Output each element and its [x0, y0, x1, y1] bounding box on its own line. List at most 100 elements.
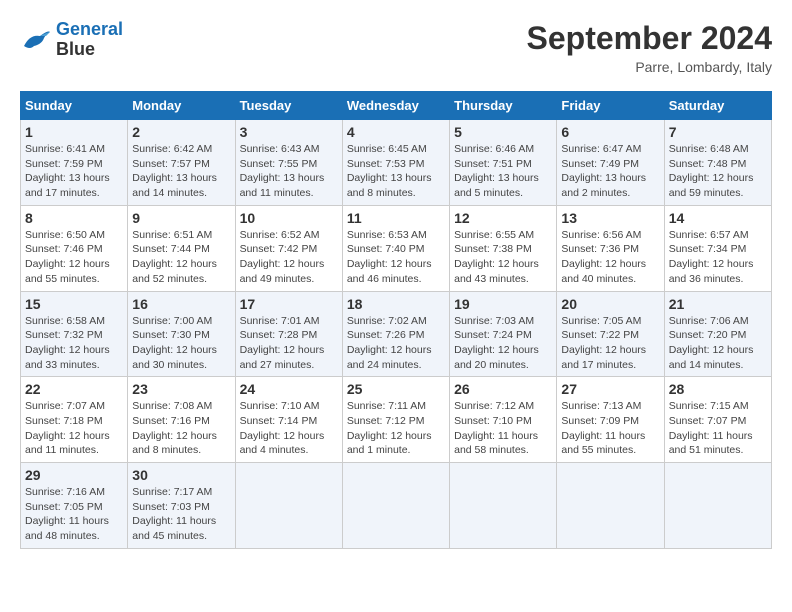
day-info: Sunrise: 7:03 AMSunset: 7:24 PMDaylight:… — [454, 314, 552, 373]
page-header: General Blue September 2024 Parre, Lomba… — [20, 20, 772, 75]
day-number: 21 — [669, 296, 767, 312]
calendar-cell: 14Sunrise: 6:57 AMSunset: 7:34 PMDayligh… — [664, 205, 771, 291]
day-info: Sunrise: 6:53 AMSunset: 7:40 PMDaylight:… — [347, 228, 445, 287]
calendar-cell: 11 Sunrise: 6:53 AMSunset: 7:40 PMDayligh… — [342, 205, 449, 291]
weekday-header-friday: Friday — [557, 92, 664, 120]
day-info: Sunrise: 7:15 AMSunset: 7:07 PMDaylight:… — [669, 399, 767, 458]
calendar-cell: 21Sunrise: 7:06 AMSunset: 7:20 PMDayligh… — [664, 291, 771, 377]
day-info: Sunrise: 7:11 AMSunset: 7:12 PMDaylight:… — [347, 399, 445, 458]
calendar-cell: 22 Sunrise: 7:07 AMSunset: 7:18 PMDayligh… — [21, 377, 128, 463]
calendar-week-row: 22 Sunrise: 7:07 AMSunset: 7:18 PMDayligh… — [21, 377, 772, 463]
weekday-header-wednesday: Wednesday — [342, 92, 449, 120]
day-number: 22 — [25, 381, 123, 397]
day-number: 30 — [132, 467, 230, 483]
weekday-header-sunday: Sunday — [21, 92, 128, 120]
calendar-cell — [342, 463, 449, 549]
day-number: 17 — [240, 296, 338, 312]
day-number: 27 — [561, 381, 659, 397]
day-number: 9 — [132, 210, 230, 226]
logo: General Blue — [20, 20, 123, 60]
calendar-cell: 29Sunrise: 7:16 AMSunset: 7:05 PMDayligh… — [21, 463, 128, 549]
day-number: 10 — [240, 210, 338, 226]
day-number: 3 — [240, 124, 338, 140]
day-info: Sunrise: 6:46 AMSunset: 7:51 PMDaylight:… — [454, 142, 552, 201]
day-info: Sunrise: 7:17 AMSunset: 7:03 PMDaylight:… — [132, 485, 230, 544]
calendar-cell: 16 Sunrise: 7:00 AMSunset: 7:30 PMDayligh… — [128, 291, 235, 377]
day-number: 26 — [454, 381, 552, 397]
logo-text: General Blue — [56, 20, 123, 60]
day-info: Sunrise: 6:48 AMSunset: 7:48 PMDaylight:… — [669, 142, 767, 201]
calendar-cell: 28 Sunrise: 7:15 AMSunset: 7:07 PMDayligh… — [664, 377, 771, 463]
day-info: Sunrise: 6:42 AMSunset: 7:57 PMDaylight:… — [132, 142, 230, 201]
calendar-cell: 2 Sunrise: 6:42 AMSunset: 7:57 PMDaylight… — [128, 120, 235, 206]
calendar-cell: 7 Sunrise: 6:48 AMSunset: 7:48 PMDaylight… — [664, 120, 771, 206]
calendar-cell: 18 Sunrise: 7:02 AMSunset: 7:26 PMDayligh… — [342, 291, 449, 377]
day-number: 16 — [132, 296, 230, 312]
day-info: Sunrise: 6:50 AMSunset: 7:46 PMDaylight:… — [25, 228, 123, 287]
calendar-cell: 1Sunrise: 6:41 AMSunset: 7:59 PMDaylight… — [21, 120, 128, 206]
calendar-week-row: 8 Sunrise: 6:50 AMSunset: 7:46 PMDaylight… — [21, 205, 772, 291]
day-info: Sunrise: 7:08 AMSunset: 7:16 PMDaylight:… — [132, 399, 230, 458]
day-number: 18 — [347, 296, 445, 312]
day-number: 19 — [454, 296, 552, 312]
day-info: Sunrise: 7:00 AMSunset: 7:30 PMDaylight:… — [132, 314, 230, 373]
weekday-header-monday: Monday — [128, 92, 235, 120]
day-info: Sunrise: 6:52 AMSunset: 7:42 PMDaylight:… — [240, 228, 338, 287]
month-title: September 2024 — [527, 20, 772, 57]
weekday-header-thursday: Thursday — [450, 92, 557, 120]
calendar-cell: 23 Sunrise: 7:08 AMSunset: 7:16 PMDayligh… — [128, 377, 235, 463]
day-info: Sunrise: 7:07 AMSunset: 7:18 PMDaylight:… — [25, 399, 123, 458]
day-number: 29 — [25, 467, 123, 483]
day-info: Sunrise: 6:55 AMSunset: 7:38 PMDaylight:… — [454, 228, 552, 287]
location: Parre, Lombardy, Italy — [527, 59, 772, 75]
day-number: 7 — [669, 124, 767, 140]
calendar-cell: 10 Sunrise: 6:52 AMSunset: 7:42 PMDayligh… — [235, 205, 342, 291]
day-info: Sunrise: 7:05 AMSunset: 7:22 PMDaylight:… — [561, 314, 659, 373]
calendar-cell: 15Sunrise: 6:58 AMSunset: 7:32 PMDayligh… — [21, 291, 128, 377]
day-number: 25 — [347, 381, 445, 397]
day-info: Sunrise: 7:10 AMSunset: 7:14 PMDaylight:… — [240, 399, 338, 458]
weekday-header-saturday: Saturday — [664, 92, 771, 120]
calendar-cell: 6Sunrise: 6:47 AMSunset: 7:49 PMDaylight… — [557, 120, 664, 206]
calendar-cell: 13 Sunrise: 6:56 AMSunset: 7:36 PMDayligh… — [557, 205, 664, 291]
calendar-cell: 30 Sunrise: 7:17 AMSunset: 7:03 PMDayligh… — [128, 463, 235, 549]
day-number: 2 — [132, 124, 230, 140]
calendar-cell — [664, 463, 771, 549]
calendar-cell: 12 Sunrise: 6:55 AMSunset: 7:38 PMDayligh… — [450, 205, 557, 291]
calendar-table: SundayMondayTuesdayWednesdayThursdayFrid… — [20, 91, 772, 549]
calendar-cell: 17 Sunrise: 7:01 AMSunset: 7:28 PMDayligh… — [235, 291, 342, 377]
calendar-cell: 27Sunrise: 7:13 AMSunset: 7:09 PMDayligh… — [557, 377, 664, 463]
day-info: Sunrise: 6:58 AMSunset: 7:32 PMDaylight:… — [25, 314, 123, 373]
day-info: Sunrise: 6:41 AMSunset: 7:59 PMDaylight:… — [25, 142, 123, 201]
title-block: September 2024 Parre, Lombardy, Italy — [527, 20, 772, 75]
calendar-cell — [235, 463, 342, 549]
day-info: Sunrise: 7:02 AMSunset: 7:26 PMDaylight:… — [347, 314, 445, 373]
day-number: 13 — [561, 210, 659, 226]
weekday-header-tuesday: Tuesday — [235, 92, 342, 120]
calendar-cell: 4Sunrise: 6:45 AMSunset: 7:53 PMDaylight… — [342, 120, 449, 206]
logo-icon — [20, 26, 52, 54]
calendar-week-row: 1Sunrise: 6:41 AMSunset: 7:59 PMDaylight… — [21, 120, 772, 206]
calendar-cell: 20 Sunrise: 7:05 AMSunset: 7:22 PMDayligh… — [557, 291, 664, 377]
calendar-cell: 25 Sunrise: 7:11 AMSunset: 7:12 PMDayligh… — [342, 377, 449, 463]
calendar-cell: 26Sunrise: 7:12 AMSunset: 7:10 PMDayligh… — [450, 377, 557, 463]
day-info: Sunrise: 6:45 AMSunset: 7:53 PMDaylight:… — [347, 142, 445, 201]
calendar-cell: 5 Sunrise: 6:46 AMSunset: 7:51 PMDaylight… — [450, 120, 557, 206]
calendar-cell — [557, 463, 664, 549]
calendar-cell: 8 Sunrise: 6:50 AMSunset: 7:46 PMDaylight… — [21, 205, 128, 291]
day-number: 12 — [454, 210, 552, 226]
day-number: 20 — [561, 296, 659, 312]
day-info: Sunrise: 7:01 AMSunset: 7:28 PMDaylight:… — [240, 314, 338, 373]
day-info: Sunrise: 6:57 AMSunset: 7:34 PMDaylight:… — [669, 228, 767, 287]
day-number: 8 — [25, 210, 123, 226]
day-number: 5 — [454, 124, 552, 140]
day-number: 28 — [669, 381, 767, 397]
day-number: 11 — [347, 210, 445, 226]
weekday-header-row: SundayMondayTuesdayWednesdayThursdayFrid… — [21, 92, 772, 120]
calendar-week-row: 15Sunrise: 6:58 AMSunset: 7:32 PMDayligh… — [21, 291, 772, 377]
day-number: 23 — [132, 381, 230, 397]
calendar-cell — [450, 463, 557, 549]
day-info: Sunrise: 6:47 AMSunset: 7:49 PMDaylight:… — [561, 142, 659, 201]
day-info: Sunrise: 6:51 AMSunset: 7:44 PMDaylight:… — [132, 228, 230, 287]
day-info: Sunrise: 6:56 AMSunset: 7:36 PMDaylight:… — [561, 228, 659, 287]
